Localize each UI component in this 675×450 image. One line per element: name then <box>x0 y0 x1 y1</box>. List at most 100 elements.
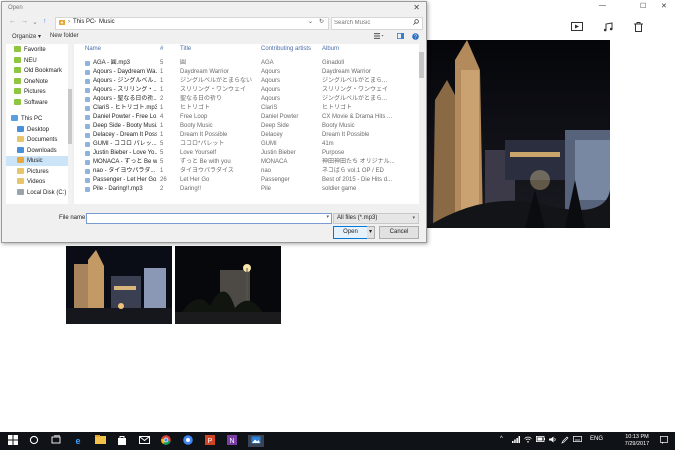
audio-file-icon <box>85 186 90 192</box>
open-button[interactable]: Open <box>333 226 368 239</box>
file-name: Aqours - ジングルベル... <box>93 78 157 84</box>
dialog-title: Open <box>8 5 23 11</box>
file-row[interactable]: Pile - Daring!!.mp3 2 Daring!! Pile soldier … <box>74 185 418 194</box>
file-title: Love Yourself <box>180 150 217 156</box>
wifi-icon[interactable] <box>524 436 532 445</box>
taskbar-clock[interactable]: 10:13 PM 7/29/2017 <box>620 434 654 448</box>
open-dropdown-button[interactable]: ▾ <box>367 226 375 239</box>
cancel-button[interactable]: Cancel <box>379 226 419 239</box>
search-input[interactable] <box>334 18 408 28</box>
file-list-scrollbar[interactable] <box>419 44 424 204</box>
help-icon[interactable]: ? <box>412 33 419 42</box>
file-explorer-icon[interactable] <box>94 435 106 447</box>
search-box[interactable] <box>331 17 423 30</box>
navigation-row: ← → ⌄ ↑ › This PC › Music ⌄ ↻ <box>2 16 426 30</box>
task-view-icon[interactable] <box>50 435 62 447</box>
clock-time: 10:13 PM <box>625 434 649 440</box>
nav-scrollbar[interactable] <box>68 44 72 204</box>
windows-start-icon[interactable] <box>7 435 19 447</box>
chrome-icon[interactable] <box>160 435 172 447</box>
file-row[interactable]: Justin Bieber - Love Yo... 5 Love Yourself… <box>74 149 418 158</box>
file-type-select[interactable]: All files (*.mp3) ▾ <box>333 213 419 224</box>
chrome-app-icon[interactable] <box>182 435 194 447</box>
organize-button[interactable]: Organize ▾ <box>12 33 41 40</box>
powerpoint-icon[interactable]: P <box>204 435 216 447</box>
network-icon[interactable] <box>512 436 520 445</box>
cortana-icon[interactable] <box>28 435 40 447</box>
column-header-number[interactable]: # <box>160 46 163 52</box>
pen-icon[interactable] <box>561 436 569 446</box>
touch-keyboard-icon[interactable] <box>573 436 582 444</box>
nav-scroll-thumb[interactable] <box>68 89 72 144</box>
photos-icon[interactable] <box>248 435 264 447</box>
file-album: CX Movie & Drama Hits ... <box>322 114 393 120</box>
show-hidden-icons[interactable]: ^ <box>500 436 503 442</box>
store-icon[interactable] <box>116 435 128 447</box>
file-name: MONACA - ずっと Be wi... <box>93 159 157 165</box>
new-folder-button[interactable]: New folder <box>50 33 79 39</box>
mail-icon[interactable] <box>138 435 150 447</box>
file-row[interactable]: nao - タイヨウパラダ... 1 タイヨウパラダイス nao ネコばら vol.1 … <box>74 167 418 176</box>
photo-thumbnail[interactable] <box>66 246 172 324</box>
view-options-icon[interactable] <box>374 33 384 41</box>
nav-item-label: Music <box>27 158 43 164</box>
battery-icon[interactable] <box>536 436 545 444</box>
file-row[interactable]: Daniel Powter - Free Lo... 4 Free Loop Dani… <box>74 113 418 122</box>
file-list-scroll-thumb[interactable] <box>419 52 424 78</box>
file-row[interactable]: ClariS - ヒトリゴト.mp3 1 ヒトリゴト ClariS ヒトリゴト <box>74 104 418 113</box>
refresh-button[interactable]: ↻ <box>319 18 324 25</box>
file-row[interactable]: Passenger - Let Her Go... 26 Let Her Go Pas… <box>74 176 418 185</box>
file-row[interactable]: Aqours - 聖なる日の祈... 2 聖なる日の祈り Aqours ジングルベルがと… <box>74 95 418 104</box>
column-header-album[interactable]: Album <box>322 46 339 52</box>
delete-icon[interactable] <box>631 22 645 32</box>
volume-icon[interactable] <box>549 436 557 445</box>
photo-thumbnail[interactable] <box>175 246 281 324</box>
file-row[interactable]: Aqours - ジングルベル... 1 ジングルベルがとまらない Aqours ジング… <box>74 77 418 86</box>
maximize-button[interactable]: ☐ <box>640 2 646 10</box>
chevron-down-icon[interactable]: ▾ <box>326 214 329 220</box>
nav-item-this-pc[interactable]: This PC <box>6 114 75 124</box>
file-row[interactable]: Aqours - スリリング・... 1 スリリング・ワンウェイ Aqours スリリン… <box>74 86 418 95</box>
slideshow-icon[interactable] <box>570 22 584 32</box>
preview-pane-icon[interactable] <box>397 33 404 41</box>
forward-button[interactable]: → <box>21 18 28 25</box>
file-name-field[interactable]: ▾ <box>86 213 332 224</box>
navigation-pane: Favorite NEU Old Bookmark OneNote Pictur… <box>6 44 70 204</box>
file-row[interactable]: Deep Side - Booty Musi... 1 Booty Music Dee… <box>74 122 418 131</box>
language-indicator[interactable]: ENG <box>590 436 603 442</box>
edge-icon[interactable]: e <box>72 435 84 447</box>
onenote-icon[interactable]: N <box>226 435 238 447</box>
dialog-close-button[interactable]: ✕ <box>413 3 420 12</box>
file-name-input[interactable] <box>87 214 325 222</box>
address-bar[interactable]: › This PC › Music ⌄ ↻ <box>55 17 329 30</box>
address-dropdown[interactable]: ⌄ <box>308 18 313 25</box>
breadcrumb-music[interactable]: Music <box>99 19 115 25</box>
file-title: Daring!! <box>180 186 202 192</box>
recent-locations-button[interactable]: ⌄ <box>32 18 38 26</box>
file-row[interactable]: Aqours - Daydream Wa... 1 Daydream Warrior… <box>74 68 418 77</box>
column-header-artists[interactable]: Contributing artists <box>261 46 311 52</box>
file-number: 26 <box>160 177 167 183</box>
nav-item-label: Favorite <box>24 47 46 53</box>
audio-file-icon <box>85 60 90 66</box>
close-window-button[interactable]: ✕ <box>661 2 667 10</box>
file-row[interactable]: GUMI - ココロ パレッ... 5 ココロ*パレット GUMI 41m <box>74 140 418 149</box>
music-note-icon[interactable] <box>601 22 615 32</box>
breadcrumb-this-pc[interactable]: This PC <box>73 19 94 25</box>
file-row[interactable]: Delacey - Dream It Poss... 1 Dream It Poss… <box>74 131 418 140</box>
file-title: Daydream Warrior <box>180 69 229 75</box>
file-row[interactable]: MONACA - ずっと Be wi... 5 ずっと Be with you MON… <box>74 158 418 167</box>
nav-item-music[interactable]: Music <box>6 156 70 166</box>
open-file-dialog: Open ✕ ← → ⌄ ↑ › This PC › Music ⌄ ↻ Org… <box>1 1 427 243</box>
file-artist: Delacey <box>261 132 283 138</box>
column-header-name[interactable]: Name <box>85 46 101 52</box>
column-header-title[interactable]: Title <box>180 46 191 52</box>
action-center-icon[interactable] <box>660 436 668 446</box>
file-album: ジングルベルがとまら... <box>322 78 388 84</box>
file-number: 1 <box>160 168 164 174</box>
up-button[interactable]: ↑ <box>43 18 47 25</box>
back-button[interactable]: ← <box>9 18 16 25</box>
file-number: 1 <box>160 105 164 111</box>
minimize-button[interactable]: — <box>599 2 606 9</box>
file-row[interactable]: AGA - 圓.mp3 5 圓 AGA Ginadoll <box>74 59 418 68</box>
